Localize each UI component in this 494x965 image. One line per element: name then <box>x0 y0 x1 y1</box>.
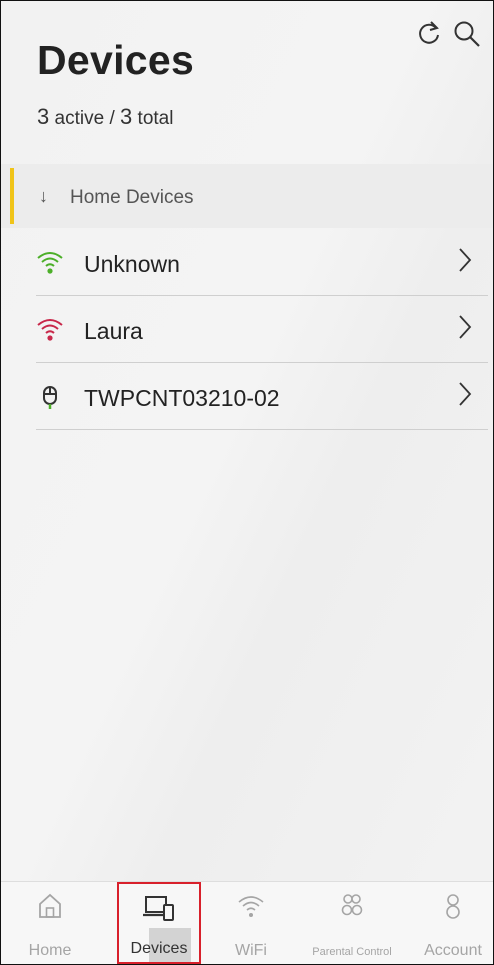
section-accent-bar <box>10 168 14 224</box>
active-count: 3 <box>37 104 50 129</box>
total-label: total <box>137 108 174 129</box>
nav-label: Home <box>28 942 72 959</box>
nav-label: WiFi <box>235 942 267 959</box>
parental-control-icon <box>337 892 367 925</box>
device-row-twpcnt03210-02[interactable]: TWPCNT03210-02 <box>36 363 488 430</box>
account-icon <box>441 892 465 925</box>
device-row-unknown[interactable]: Unknown <box>36 229 488 296</box>
wifi-icon <box>36 316 64 347</box>
nav-item-devices[interactable]: Devices <box>117 882 201 964</box>
chevron-right-icon <box>458 314 472 345</box>
section-label: Home Devices <box>70 187 194 208</box>
nav-item-account[interactable]: Account <box>415 882 491 964</box>
active-label: active / <box>54 108 115 129</box>
device-list: Unknown Laura TWPCNT03210-02 <box>36 229 488 430</box>
nav-item-parental-control[interactable]: Parental Control <box>297 882 407 964</box>
device-name: TWPCNT03210-02 <box>84 385 280 411</box>
device-name: Unknown <box>84 251 180 277</box>
nav-item-wifi[interactable]: WiFi <box>221 882 281 964</box>
mouse-icon <box>36 383 64 416</box>
collapse-arrow-icon: ↓ <box>39 186 48 206</box>
section-home-devices[interactable]: ↓ Home Devices <box>1 164 493 228</box>
wifi-icon <box>36 249 64 280</box>
total-count: 3 <box>120 104 133 129</box>
top-toolbar <box>417 19 481 49</box>
bottom-nav: Home Devices WiFi Parental Control Accou… <box>1 881 493 964</box>
nav-label: Account <box>424 942 482 959</box>
home-icon <box>37 892 63 925</box>
chevron-right-icon <box>458 381 472 412</box>
devices-screen: Devices 3 active / 3 total ↓ Home Device… <box>0 0 494 965</box>
nav-item-home[interactable]: Home <box>15 882 85 964</box>
nav-label: Parental Control <box>312 946 392 958</box>
device-row-laura[interactable]: Laura <box>36 296 488 363</box>
device-name: Laura <box>84 318 143 344</box>
page-title: Devices <box>37 37 195 83</box>
chevron-right-icon <box>458 247 472 278</box>
nav-label: Devices <box>130 940 188 957</box>
wifi-icon <box>237 892 265 925</box>
device-count-summary: 3 active / 3 total <box>37 104 173 130</box>
refresh-icon[interactable] <box>417 19 443 49</box>
devices-icon <box>142 894 176 929</box>
search-icon[interactable] <box>453 19 481 49</box>
